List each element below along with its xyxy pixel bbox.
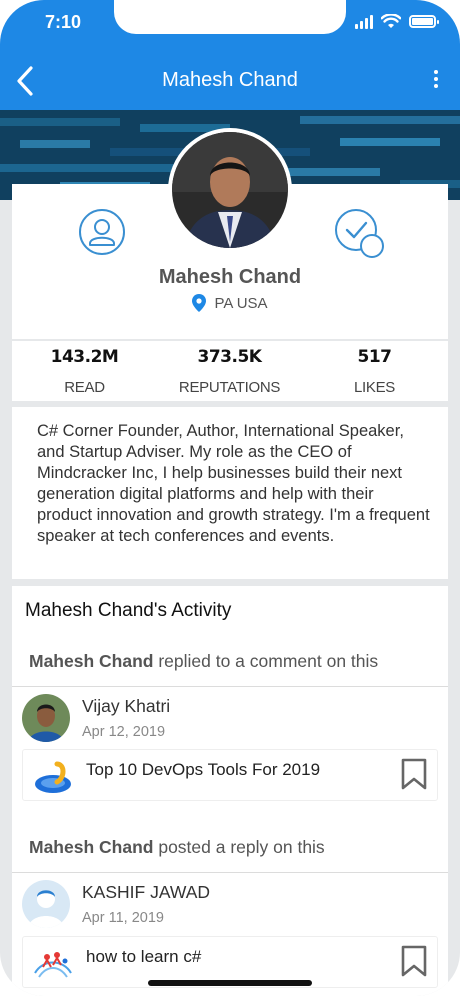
bookmark-icon[interactable]: [401, 945, 427, 977]
device-notch: [114, 0, 346, 34]
activity-date: Apr 11, 2019: [82, 910, 164, 926]
user-profile-icon[interactable]: [78, 208, 126, 256]
user-name[interactable]: Vijay Khatri: [82, 696, 170, 717]
article-card[interactable]: Top 10 DevOps Tools For 2019: [22, 749, 438, 801]
stat-likes[interactable]: 517 LIKES: [302, 347, 447, 396]
profile-photo: [172, 132, 288, 248]
activity-action: posted a reply on this: [153, 837, 325, 857]
stat-value: 143.2M: [50, 347, 119, 367]
learning-thumbnail-icon: [34, 952, 72, 978]
default-user-icon: [22, 880, 70, 928]
signal-icon: [355, 14, 373, 29]
article-title[interactable]: how to learn c#: [86, 947, 201, 967]
user-name[interactable]: KASHIF JAWAD: [82, 882, 210, 903]
user-photo: [22, 694, 70, 742]
wifi-icon: [381, 14, 401, 28]
activity-card: Mahesh Chand's Activity Mahesh Chand rep…: [12, 586, 448, 996]
divider: [12, 872, 448, 873]
stat-reputations[interactable]: 373.5K REPUTATIONS: [157, 347, 302, 396]
activity-action: replied to a comment on this: [153, 651, 379, 671]
status-bar: 7:10: [0, 0, 460, 46]
bio-text: C# Corner Founder, Author, International…: [37, 422, 430, 545]
divider: [12, 686, 448, 687]
location-pin-icon: [192, 294, 207, 312]
home-indicator[interactable]: [148, 980, 312, 986]
stat-read[interactable]: 143.2M READ: [12, 347, 157, 396]
bookmark-icon[interactable]: [401, 758, 427, 790]
battery-icon: [409, 15, 439, 28]
devops-thumbnail-icon: [35, 761, 71, 793]
follow-check-icon[interactable]: [334, 208, 386, 260]
activity-summary: Mahesh Chand replied to a comment on thi…: [29, 651, 378, 672]
stat-label: REPUTATIONS: [178, 379, 281, 396]
header: 7:10 Mahesh Chand: [0, 0, 460, 110]
stat-value: 517: [357, 347, 393, 367]
profile-location: PA USA: [12, 294, 448, 312]
user-avatar[interactable]: [22, 880, 70, 928]
location-text: PA USA: [214, 294, 268, 312]
user-avatar[interactable]: [22, 694, 70, 742]
bio-card: C# Corner Founder, Author, International…: [12, 407, 448, 579]
activity-summary: Mahesh Chand posted a reply on this: [29, 837, 325, 858]
article-title[interactable]: Top 10 DevOps Tools For 2019: [86, 760, 320, 780]
stat-label: READ: [64, 379, 105, 396]
nav-bar: Mahesh Chand: [0, 56, 460, 106]
more-options-icon[interactable]: [432, 70, 440, 92]
app-screen: 7:10 Mahesh Chand Mahesh Chand PA USA 14…: [0, 0, 460, 996]
stat-value: 373.5K: [197, 347, 262, 367]
status-time: 7:10: [45, 12, 82, 32]
profile-name: Mahesh Chand: [158, 266, 302, 288]
stat-label: LIKES: [353, 379, 396, 396]
activity-date: Apr 12, 2019: [82, 724, 166, 740]
activity-title: Mahesh Chand's Activity: [25, 600, 232, 621]
stats-card: 143.2M READ 373.5K REPUTATIONS 517 LIKES: [12, 341, 448, 401]
activity-actor[interactable]: Mahesh Chand: [29, 837, 153, 857]
activity-actor[interactable]: Mahesh Chand: [29, 651, 153, 671]
page-title: Mahesh Chand: [162, 69, 298, 91]
profile-avatar[interactable]: [168, 128, 292, 252]
